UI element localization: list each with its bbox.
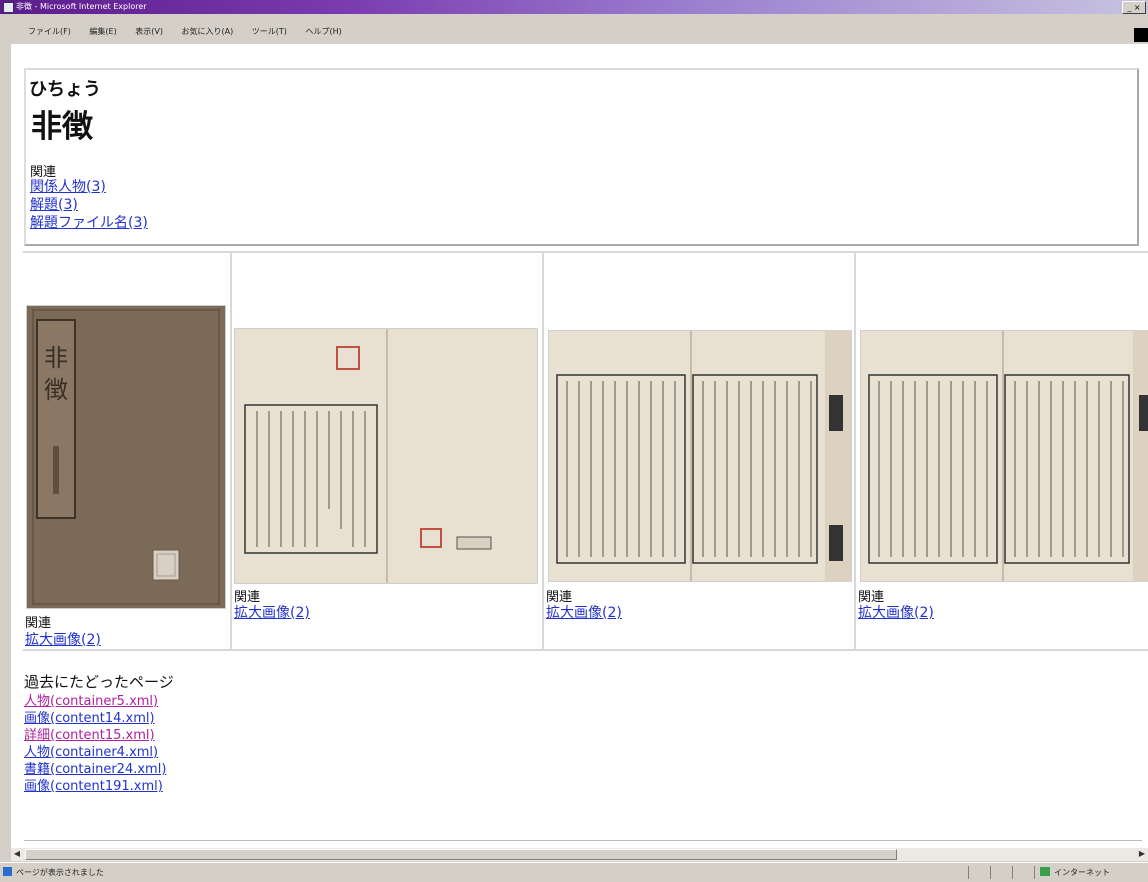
page-spread-image-2[interactable]: [549, 331, 851, 581]
title-reading: ひちょう: [29, 79, 101, 100]
window-title-bar[interactable]: 非徴 - Microsoft Internet Explorer _ ×: [0, 0, 1148, 14]
image-4-enlarge-link[interactable]: 拡大画像(2): [858, 602, 934, 622]
security-zone-label: インターネット: [1054, 868, 1110, 877]
image-table: 非 徴 関連 拡大画像(2) 関連 拡大画像(2) 関連 拡大画像(2) 関連 …: [23, 251, 1148, 651]
history-link-1[interactable]: 人物(container5.xml): [24, 693, 174, 710]
cover-image[interactable]: 非 徴: [27, 306, 225, 608]
window-title: 非徴 - Microsoft Internet Explorer: [16, 2, 147, 11]
status-bar: ページが表示されました インターネット: [0, 862, 1148, 882]
menu-edit[interactable]: 編集(E): [89, 27, 116, 36]
bottom-divider: [24, 840, 1142, 841]
menu-file[interactable]: ファイル(F): [28, 27, 71, 36]
related-links: 関係人物(3) 解題(3) 解題ファイル名(3): [30, 178, 148, 232]
page-status-icon: [3, 867, 12, 876]
status-text: ページが表示されました: [16, 868, 104, 877]
menu-help[interactable]: ヘルプ(H): [305, 27, 341, 36]
menu-view[interactable]: 表示(V): [135, 27, 163, 36]
menu-bar: ファイル(F) 編集(E) 表示(V) お気に入り(A) ツール(T) ヘルプ(…: [0, 14, 1148, 44]
content-viewport: ひちょう 非徴 関連 関係人物(3) 解題(3) 解題ファイル名(3) 非 徴 …: [11, 44, 1148, 847]
image-cell-4: 関連 拡大画像(2): [856, 253, 1148, 649]
page-spread-image-1[interactable]: [235, 329, 537, 583]
svg-text:非: 非: [44, 344, 68, 372]
internet-zone-icon: [1040, 867, 1050, 876]
ie-window-icon: [3, 2, 14, 13]
image-cell-3: 関連 拡大画像(2): [544, 253, 856, 649]
history-link-3[interactable]: 詳細(content15.xml): [24, 727, 174, 744]
commentary-link[interactable]: 解題(3): [30, 196, 148, 214]
related-persons-link[interactable]: 関係人物(3): [30, 178, 148, 196]
menu-favorites[interactable]: お気に入り(A): [182, 27, 234, 36]
window-controls[interactable]: _ ×: [1122, 1, 1146, 14]
history-links: 人物(container5.xml) 画像(content14.xml) 詳細(…: [24, 693, 174, 795]
scrollbar-thumb[interactable]: [25, 849, 897, 860]
history-link-6[interactable]: 画像(content191.xml): [24, 778, 174, 795]
history-link-4[interactable]: 人物(container4.xml): [24, 744, 174, 761]
commentary-file-link[interactable]: 解題ファイル名(3): [30, 214, 148, 232]
history-link-2[interactable]: 画像(content14.xml): [24, 710, 174, 727]
image-cell-1: 非 徴 関連 拡大画像(2): [23, 253, 232, 649]
menu-tools[interactable]: ツール(T): [252, 27, 287, 36]
image-3-enlarge-link[interactable]: 拡大画像(2): [546, 602, 622, 622]
horizontal-scrollbar[interactable]: ◀ ▶: [11, 847, 1148, 861]
image-cell-2: 関連 拡大画像(2): [232, 253, 544, 649]
windows-logo-icon: [1134, 28, 1148, 42]
status-separator: [990, 866, 991, 879]
info-panel: ひちょう 非徴 関連 関係人物(3) 解題(3) 解題ファイル名(3): [24, 68, 1139, 246]
scroll-left-arrow-icon[interactable]: ◀: [11, 849, 23, 859]
svg-text:徴: 徴: [44, 376, 68, 404]
history-heading: 過去にたどったページ: [24, 673, 174, 691]
image-1-enlarge-link[interactable]: 拡大画像(2): [25, 629, 101, 649]
page-title: 非徴: [31, 109, 93, 145]
status-separator: [968, 866, 969, 879]
history-section: 過去にたどったページ 人物(container5.xml) 画像(content…: [24, 671, 174, 795]
scroll-right-arrow-icon[interactable]: ▶: [1136, 849, 1148, 859]
status-separator: [1012, 866, 1013, 879]
image-2-enlarge-link[interactable]: 拡大画像(2): [234, 602, 310, 622]
status-separator: [1034, 866, 1035, 879]
page-spread-image-3[interactable]: [861, 331, 1148, 581]
history-link-5[interactable]: 書籍(container24.xml): [24, 761, 174, 778]
